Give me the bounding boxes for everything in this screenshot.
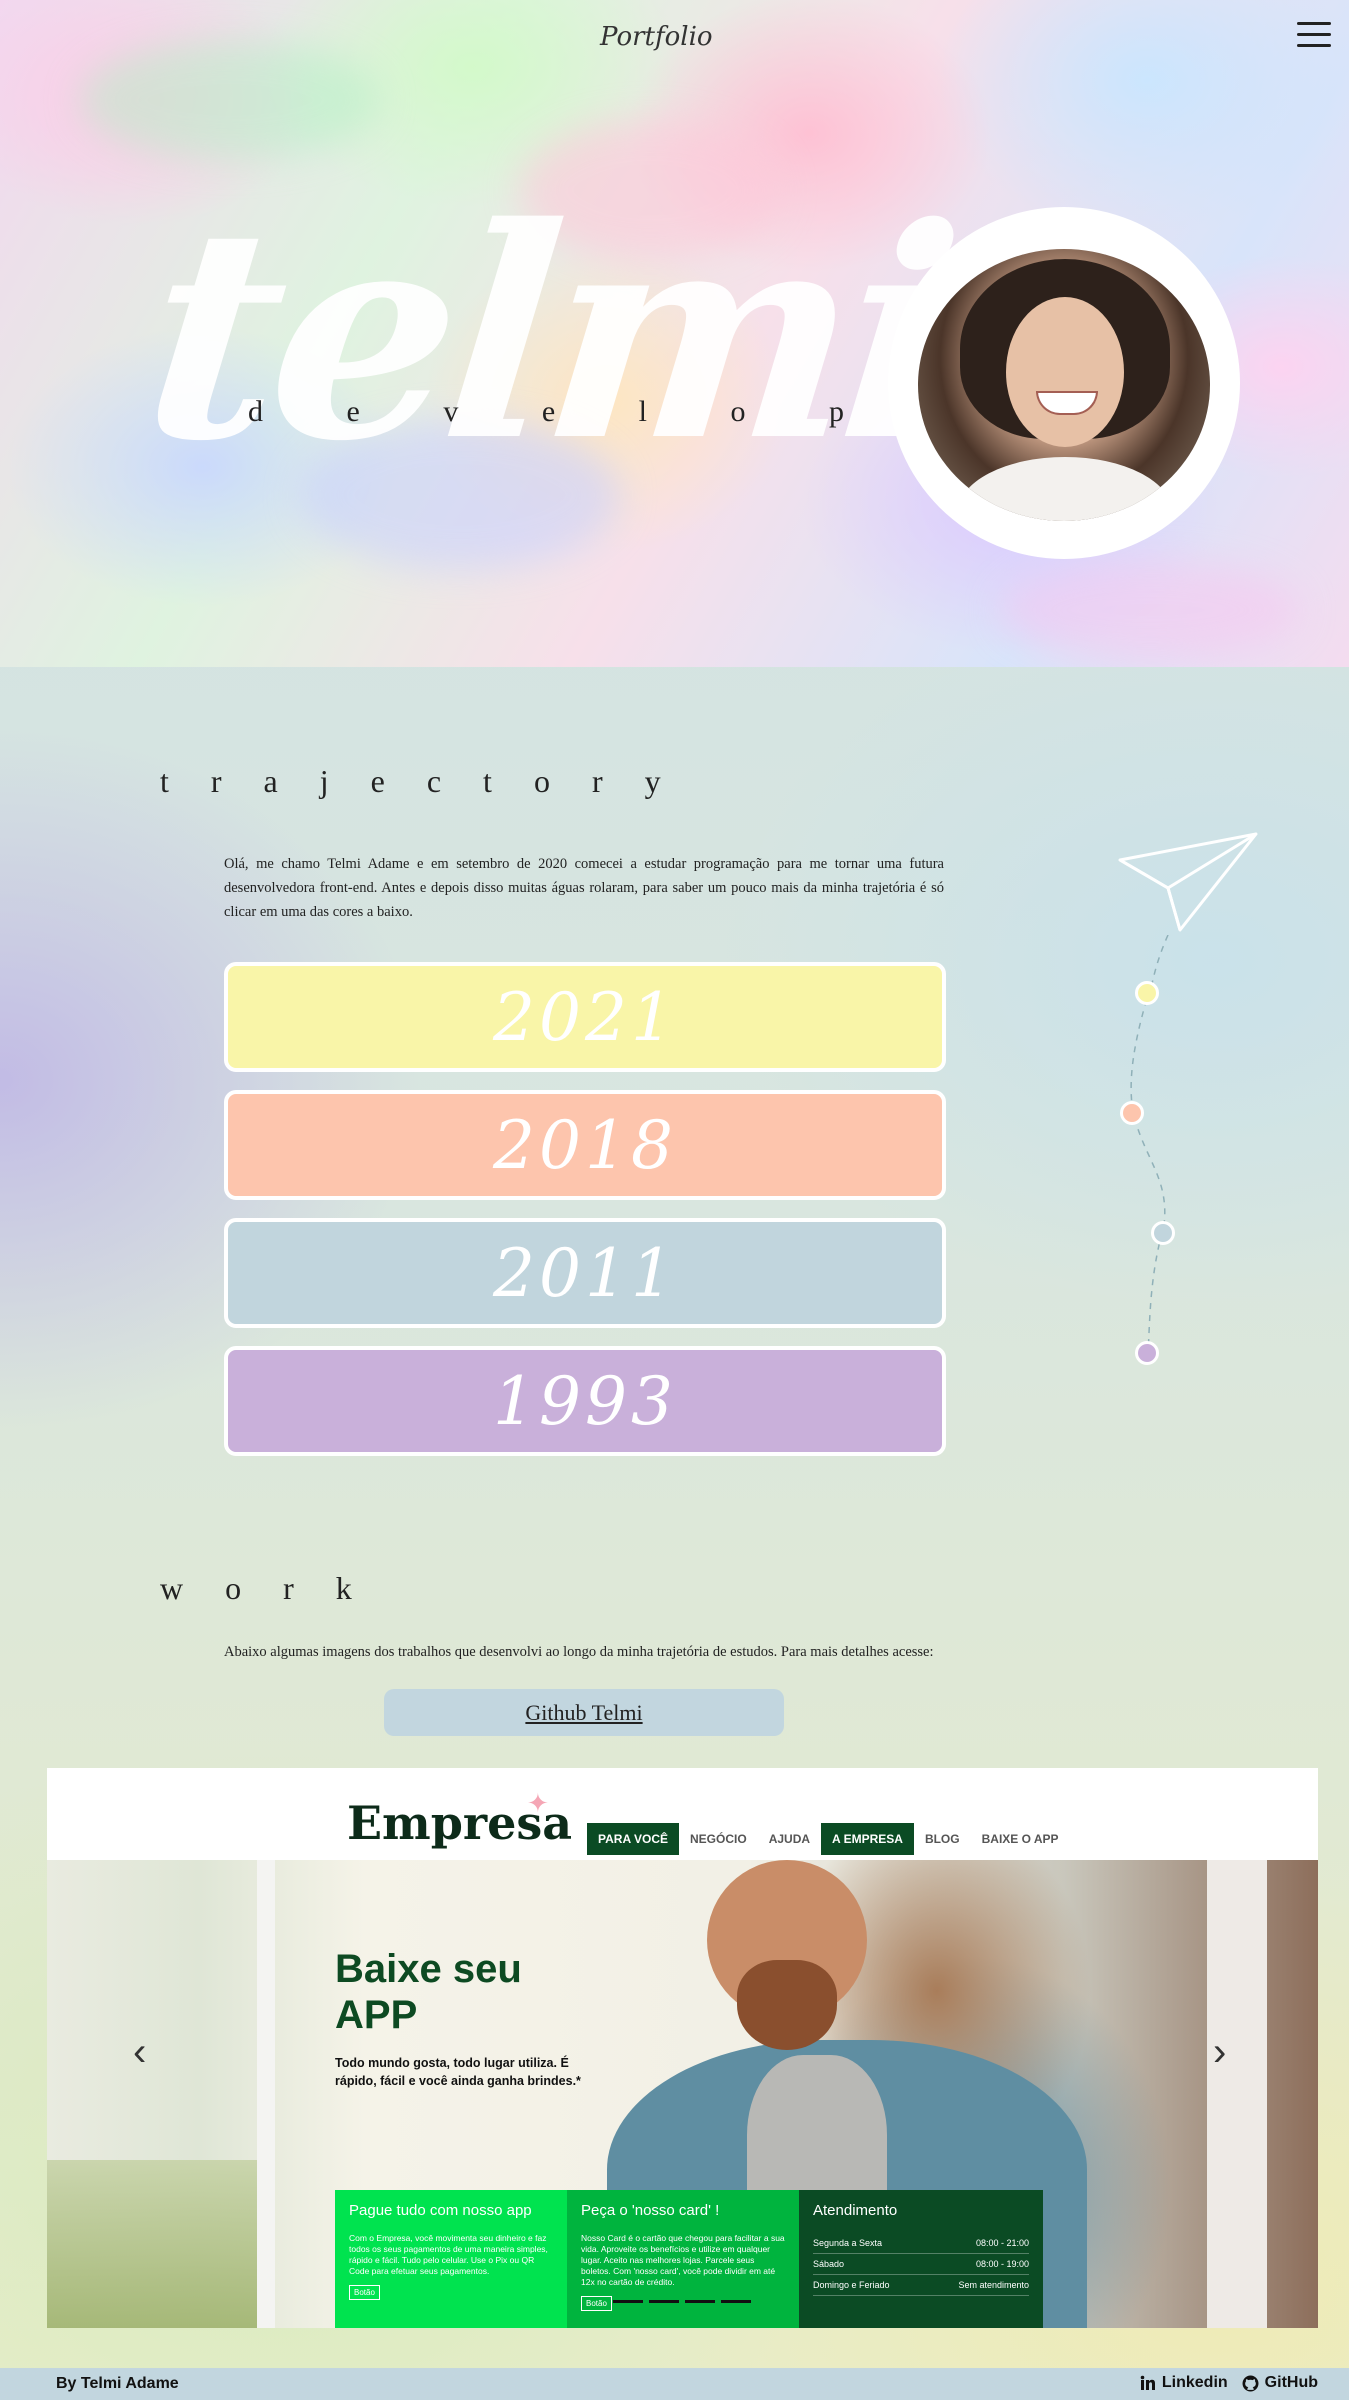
year-card-2018[interactable]: 2018	[224, 1090, 946, 1200]
project-nav-item[interactable]: NEGÓCIO	[679, 1823, 758, 1855]
sparkle-icon: ✦	[527, 1788, 549, 1818]
project-nav-item[interactable]: PARA VOCÊ	[587, 1823, 680, 1855]
hours-row: Sábado 08:00 - 19:00	[813, 2254, 1029, 2275]
hours-row: Segunda a Sexta 08:00 - 21:00	[813, 2233, 1029, 2254]
hero-swirl	[1000, 560, 1300, 660]
footer-links: Linkedin GitHub	[1140, 2374, 1318, 2392]
chevron-right-icon[interactable]: ›	[1213, 2030, 1226, 2075]
portfolio-link[interactable]: Portfolio	[600, 22, 713, 52]
github-link[interactable]: GitHub	[1242, 2374, 1318, 2392]
timeline-dot-2021[interactable]	[1135, 981, 1159, 1005]
timeline-dot-2011[interactable]	[1151, 1221, 1175, 1245]
github-link-button[interactable]: Github Telmi	[384, 1689, 784, 1736]
linkedin-link[interactable]: Linkedin	[1140, 2374, 1228, 2392]
chevron-left-icon[interactable]: ‹	[133, 2030, 146, 2075]
hero-section: Portfolio telmi d e v e l o p e r	[0, 0, 1349, 667]
hamburger-menu-icon[interactable]	[1297, 22, 1331, 50]
card-title: Pague tudo com nosso app	[349, 2202, 532, 2219]
year-card-2021[interactable]: 2021	[224, 962, 946, 1072]
github-icon	[1242, 2375, 1259, 2391]
card-text: Com o Empresa, você movimenta seu dinhei…	[349, 2233, 548, 2276]
project-navbar: Empresa ✦ PARA VOCÊ NEGÓCIO AJUDA A EMPR…	[47, 1768, 1318, 1860]
card-title: Peça o 'nosso card' !	[581, 2202, 720, 2219]
project-hero-subtitle: Todo mundo gosta, todo lugar utiliza. É …	[335, 2056, 581, 2088]
year-card-2011[interactable]: 2011	[224, 1218, 946, 1328]
card-button[interactable]: Botão	[581, 2296, 612, 2311]
hours-row: Domingo e Feriado Sem atendimento	[813, 2275, 1029, 2296]
project-card-payment: Pague tudo com nosso app Com o Empresa, …	[335, 2190, 567, 2328]
work-title: w o r k	[160, 1570, 369, 1606]
project-nav-item[interactable]: A EMPRESA	[821, 1823, 914, 1855]
timeline-dot-2018[interactable]	[1120, 1101, 1144, 1125]
work-intro: Abaixo algumas imagens dos trabalhos que…	[224, 1644, 934, 1660]
paper-plane-icon	[1118, 832, 1258, 932]
trajectory-intro: Olá, me chamo Telmi Adame e em setembro …	[224, 856, 944, 920]
linkedin-icon	[1140, 2375, 1155, 2390]
card-text: Nosso Card é o cartão que chegou para fa…	[581, 2233, 785, 2287]
hero-name: telmi	[132, 165, 964, 505]
project-nav-item[interactable]: AJUDA	[758, 1823, 821, 1855]
project-cards: Pague tudo com nosso app Com o Empresa, …	[335, 2190, 1043, 2328]
project-card-support: Atendimento Segunda a Sexta 08:00 - 21:00…	[799, 2190, 1043, 2328]
avatar-frame	[888, 207, 1240, 559]
hero-swirl	[80, 40, 380, 160]
timeline-dot-1993[interactable]	[1135, 1341, 1159, 1365]
project-nav-item[interactable]: BAIXE O APP	[971, 1823, 1070, 1855]
footer-author: By Telmi Adame	[56, 2375, 179, 2392]
project-hero-title: Baixe seu APP	[335, 1947, 522, 2037]
project-card-card: Peça o 'nosso card' ! Nosso Card é o car…	[567, 2190, 799, 2328]
trajectory-title: t r a j e c t o r y	[160, 763, 678, 799]
carousel-indicators[interactable]	[613, 2300, 751, 2303]
project-nav: PARA VOCÊ NEGÓCIO AJUDA A EMPRESA BLOG B…	[587, 1823, 1070, 1855]
project-nav-item[interactable]: BLOG	[914, 1823, 971, 1855]
avatar	[918, 249, 1210, 521]
card-button[interactable]: Botão	[349, 2285, 380, 2300]
project-hero-banner: Baixe seu APP Todo mundo gosta, todo lug…	[47, 1860, 1318, 2328]
card-title: Atendimento	[813, 2202, 898, 2219]
project-screenshot[interactable]: Empresa ✦ PARA VOCÊ NEGÓCIO AJUDA A EMPR…	[47, 1768, 1318, 2328]
year-card-1993[interactable]: 1993	[224, 1346, 946, 1456]
footer: By Telmi Adame Linkedin GitHub	[0, 2368, 1349, 2400]
